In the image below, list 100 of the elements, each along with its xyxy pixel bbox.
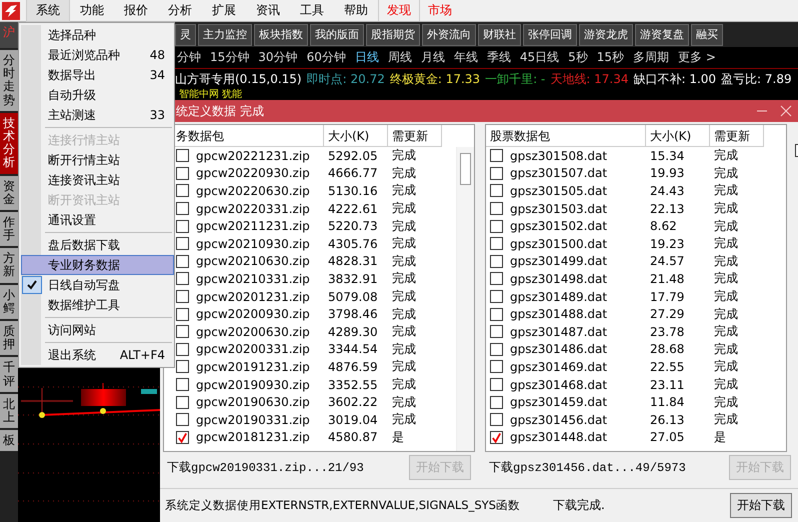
menu-item[interactable]: 功能 xyxy=(70,0,114,22)
quick-link[interactable]: 市场 xyxy=(419,0,460,21)
period-tab[interactable]: 60分钟 xyxy=(306,49,346,66)
period-tab[interactable]: 季线 xyxy=(486,49,511,66)
menu-item[interactable]: 分析 xyxy=(158,0,202,22)
file-name: gpsz301507.dat xyxy=(509,166,608,180)
menu-entry[interactable]: 访问网站 xyxy=(21,320,174,340)
progress-text: 下载gpcw20190331.zip...21/93 xyxy=(167,460,364,476)
file-name: gpcw20190630.zip xyxy=(195,395,311,410)
menu-item[interactable]: 扩展 xyxy=(202,0,246,22)
toolbar-button[interactable]: 财联社 xyxy=(478,24,521,46)
file-size: 4305.76 xyxy=(327,236,379,251)
file-name: gpcw20190331.zip xyxy=(195,412,311,427)
file-name: gpcw20220630.zip xyxy=(195,184,311,198)
side-tab[interactable]: 质押 xyxy=(0,321,18,356)
update-status: 完成 xyxy=(391,411,417,428)
menu-item[interactable]: 报价 xyxy=(114,0,158,22)
column-header[interactable]: 大小(K) xyxy=(646,125,710,147)
menu-entry[interactable]: 数据维护工具 xyxy=(21,295,174,315)
menu-entry[interactable]: 盘后数据下载 xyxy=(21,235,174,255)
file-name: gpsz301499.dat xyxy=(509,254,608,268)
side-tab[interactable]: 作手 xyxy=(0,212,18,246)
side-tab[interactable]: 小鳄 xyxy=(0,284,18,319)
period-tab[interactable]: 15分钟 xyxy=(210,49,250,66)
side-tab[interactable]: 方新 xyxy=(0,248,18,283)
menu-entry[interactable]: 主站测速 33 xyxy=(21,105,174,125)
file-size: 4876.59 xyxy=(327,360,379,374)
menu-entry[interactable]: 通讯设置 xyxy=(21,210,174,230)
period-tab[interactable]: 30分钟 xyxy=(258,49,298,66)
indicator-value: 缺口不补: 1.00 xyxy=(633,70,716,88)
side-tab[interactable]: 技术分析 xyxy=(0,112,18,174)
menu-entry[interactable]: 日线自动写盘 xyxy=(21,275,174,295)
toolbar-button[interactable]: 板块指数 xyxy=(254,24,308,46)
period-tab[interactable]: 月线 xyxy=(420,49,445,66)
side-tab[interactable]: 北上 xyxy=(0,394,18,428)
menu-entry[interactable]: 专业财务数据 xyxy=(21,255,174,275)
file-size: 26.13 xyxy=(649,412,686,427)
start-download-button[interactable]: 开始下载 xyxy=(730,493,792,518)
update-status: 完成 xyxy=(391,200,417,218)
indicator-value: 盈亏比: 7.89 xyxy=(721,70,792,88)
column-header[interactable]: 股票数据包 xyxy=(486,125,646,147)
update-status: 完成 xyxy=(391,340,417,358)
column-header[interactable]: 大小(K) xyxy=(324,125,388,147)
file-size: 5130.16 xyxy=(327,184,379,198)
update-status: 完成 xyxy=(713,376,739,394)
file-size: 8.62 xyxy=(649,219,678,234)
file-name: gpsz301469.dat xyxy=(509,360,608,374)
toolbar-button[interactable]: 主力监控 xyxy=(198,24,252,46)
toolbar-button[interactable]: 灵 xyxy=(175,24,196,46)
file-size: 27.05 xyxy=(649,430,686,444)
side-tab[interactable]: 分时走势 xyxy=(0,50,18,111)
toolbar-button[interactable]: 股指期货 xyxy=(366,24,420,46)
file-size: 3019.04 xyxy=(327,412,379,427)
update-status: 完成 xyxy=(391,394,417,411)
menu-entry[interactable]: 退出系统 ALT+F4 xyxy=(21,345,174,365)
side-tab[interactable]: 千评 xyxy=(0,357,18,392)
toolbar-button[interactable]: 游资复盘 xyxy=(635,24,689,46)
column-header[interactable]: 需更新 xyxy=(710,125,764,147)
toolbar-button[interactable]: 游资龙虎 xyxy=(579,24,633,46)
menu-entry[interactable]: 连接资讯主站 xyxy=(21,170,174,190)
update-status: 完成 xyxy=(713,235,739,252)
file-size: 24.57 xyxy=(649,254,686,268)
file-size: 5292.05 xyxy=(327,148,379,163)
indicator-label: 智能中网 犹能 xyxy=(179,89,244,101)
toolbar-button[interactable]: 外资流向 xyxy=(422,24,476,46)
period-tab[interactable]: 日线 xyxy=(354,49,379,66)
file-size: 3798.46 xyxy=(327,307,379,322)
note-text: 系统定义数据使用EXTERNSTR,EXTERNVALUE,SIGNALS_SYS函数 xyxy=(165,498,521,513)
update-status: 完成 xyxy=(713,147,739,164)
update-status: 完成 xyxy=(713,306,739,323)
period-tab[interactable]: 5秒 xyxy=(568,49,588,66)
update-status: 完成 xyxy=(713,200,739,218)
menu-entry[interactable]: 数据导出 34 xyxy=(21,65,174,85)
update-status: 完成 xyxy=(391,306,417,323)
menu-entry[interactable]: 最近浏览品种 48 xyxy=(21,45,174,65)
period-tab[interactable]: 更多 > xyxy=(678,49,716,66)
update-status: 完成 xyxy=(391,270,417,288)
column-header[interactable]: 需更新 xyxy=(388,125,442,147)
menu-item[interactable]: 系统 xyxy=(26,0,70,22)
period-tab[interactable]: 周线 xyxy=(388,49,412,66)
toolbar-button[interactable]: 张停回调 xyxy=(523,24,577,46)
period-tab[interactable]: 分钟 xyxy=(177,49,201,66)
side-tab[interactable]: 资金 xyxy=(0,176,18,210)
toolbar-button[interactable]: 融买 xyxy=(691,24,723,46)
file-size: 4222.61 xyxy=(327,202,379,216)
period-tab[interactable]: 多周期 xyxy=(633,49,670,66)
period-tab[interactable]: 45日线 xyxy=(520,49,560,66)
quick-link[interactable]: 发现 xyxy=(378,0,419,21)
menu-entry[interactable]: 断开行情主站 xyxy=(21,150,174,170)
menu-item[interactable]: 工具 xyxy=(290,0,334,22)
toolbar-button[interactable]: 我的版面 xyxy=(310,24,364,46)
period-tab[interactable]: 年线 xyxy=(454,49,478,66)
menu-item[interactable]: 帮助 xyxy=(334,0,378,22)
side-tab[interactable]: 板 xyxy=(0,430,18,452)
file-size: 23.11 xyxy=(649,378,686,392)
period-tab[interactable]: 15秒 xyxy=(596,49,624,66)
update-status: 是 xyxy=(713,428,727,446)
menu-item[interactable]: 资讯 xyxy=(246,0,290,22)
menu-entry[interactable]: 自动升级 xyxy=(21,85,174,105)
menu-entry[interactable]: 选择品种 xyxy=(21,25,174,45)
